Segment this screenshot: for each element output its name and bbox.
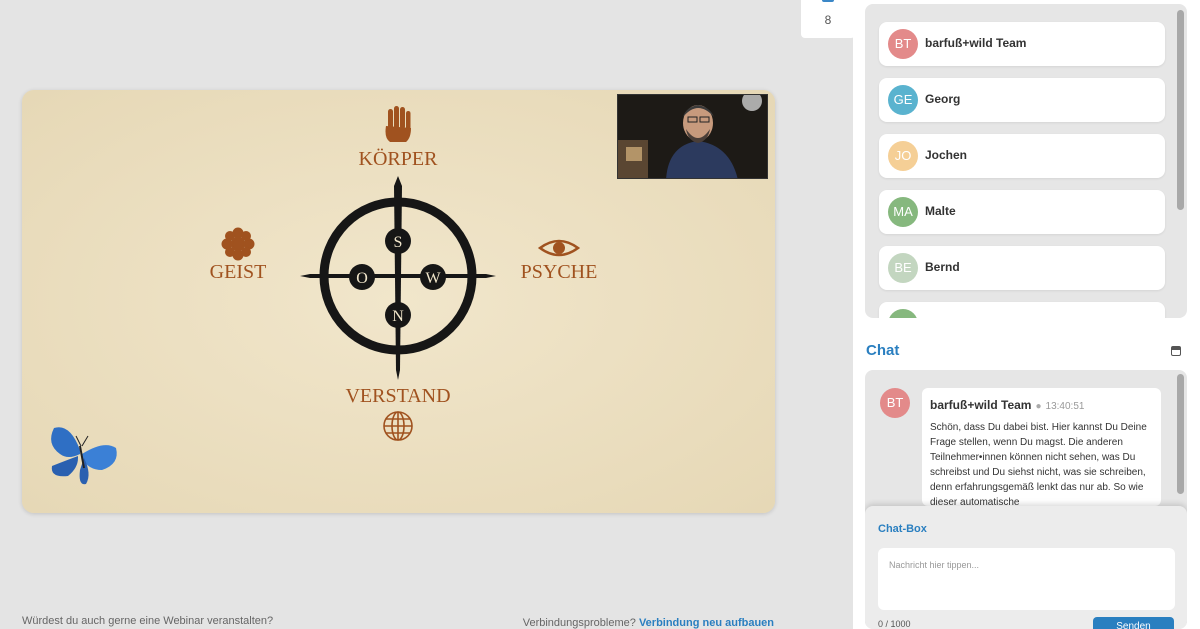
participant-item[interactable]: BE Bernd [879,246,1165,290]
right-sidebar: BT barfuß+wild Team GE Georg JO Jochen M… [853,0,1200,629]
avatar: GE [888,85,918,115]
presenter-video[interactable] [617,94,768,179]
connection-problems-text: Verbindungsprobleme? [522,617,639,629]
compass-north-letter: S [394,234,403,251]
label-verstand: VERSTAND [345,385,450,407]
participant-item-partial[interactable] [879,302,1165,318]
avatar: MA [888,197,918,227]
send-button[interactable]: Senden [1093,617,1174,629]
participant-name: Bernd [925,260,960,274]
participant-item[interactable]: BT barfuß+wild Team [879,22,1165,66]
connection-help: Verbindungsprobleme? Verbindung neu aufb… [523,617,774,629]
host-webinar-link[interactable]: Würdest du auch gerne eine Webinar veran… [22,615,273,627]
participant-name: Jochen [925,148,968,162]
label-geist: GEIST [210,261,267,283]
chat-area: BT barfuß+wild Team ● 13:40:51 Schön, dass… [865,370,1187,629]
participant-count-tab[interactable]: 8 [801,0,855,38]
participant-list: BT barfuß+wild Team GE Georg JO Jochen M… [865,4,1187,318]
avatar: JO [888,141,918,171]
message-separator: ● [1035,401,1042,412]
participant-list-scrollbar[interactable] [1177,10,1184,210]
character-counter: 0 / 1000 [878,619,911,629]
avatar [888,309,918,318]
globe-icon [383,411,413,441]
participant-name: barfuß+wild Team [925,36,1027,50]
chat-message: barfuß+wild Team ● 13:40:51 Schön, dass Du… [922,388,1161,506]
chat-box-label: Chat-Box [878,523,927,535]
participant-item[interactable]: JO Jochen [879,134,1165,178]
minimize-chat-icon[interactable] [1171,346,1181,356]
presentation-slide: KÖRPER GEIST PSYCHE VERSTAND S O W N [22,90,775,513]
avatar: BT [888,29,918,59]
message-author: barfuß+wild Team [930,398,1032,412]
participant-name: Georg [925,92,961,106]
message-time: 13:40:51 [1045,401,1085,412]
compass-east-letter: W [425,270,441,287]
participant-item[interactable]: GE Georg [879,78,1165,122]
users-icon [822,0,834,2]
participant-count: 8 [824,13,832,27]
message-text: Schön, dass Du dabei bist. Hier kannst D… [930,422,1147,506]
presenter-video-frame [618,95,767,178]
reconnect-link[interactable]: Verbindung neu aufbauen [639,617,774,629]
label-psyche: PSYCHE [521,261,598,283]
compass-west-letter: O [356,270,368,287]
compass-south-letter: N [392,308,404,325]
chat-scrollbar[interactable] [1177,374,1184,494]
participant-item[interactable]: MA Malte [879,190,1165,234]
avatar: BE [888,253,918,283]
avatar: BT [880,388,910,418]
chat-title: Chat [866,342,900,359]
hand-icon [385,106,411,142]
flower-icon [221,227,255,261]
message-input[interactable] [878,548,1175,610]
participant-name: Malte [925,204,956,218]
chat-box: Chat-Box 0 / 1000 Senden [865,506,1187,629]
label-koerper: KÖRPER [359,147,439,170]
